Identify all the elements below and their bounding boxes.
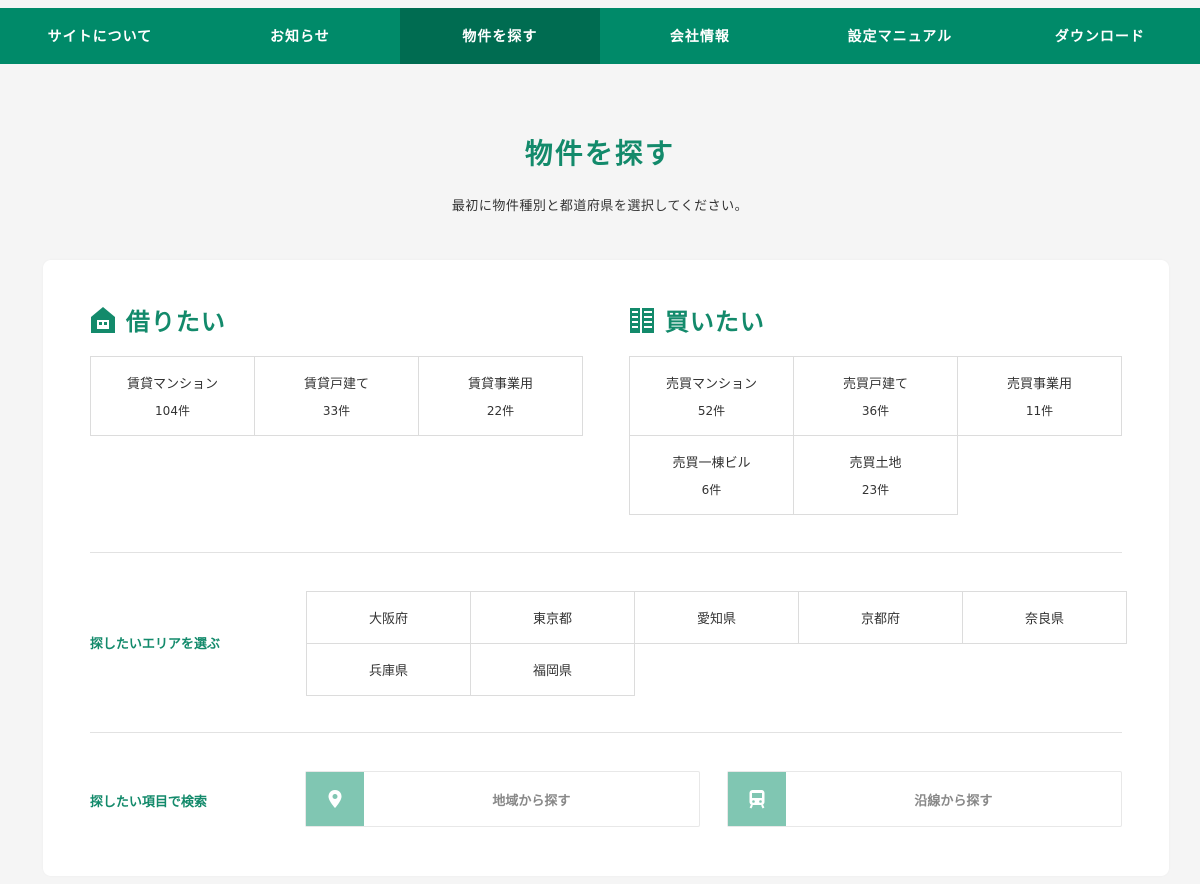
area-fukuoka[interactable]: 福岡県 <box>470 643 635 696</box>
building-icon <box>630 307 654 333</box>
buy-type-house[interactable]: 売買戸建て 36件 <box>793 356 958 436</box>
buy-type-mansion[interactable]: 売買マンション 52件 <box>629 356 794 436</box>
cell-label: 売買一棟ビル <box>672 456 751 471</box>
global-nav: サイトについて お知らせ 物件を探す 会社情報 設定マニュアル ダウンロード <box>0 8 1200 64</box>
cell-label: 売買マンション <box>665 377 757 392</box>
cell-label: 賃貸マンション <box>126 377 218 392</box>
buy-heading: 買いたい <box>629 302 765 337</box>
cell-count: 22件 <box>486 404 515 418</box>
cell-label: 売買土地 <box>849 456 902 471</box>
page-subtitle: 最初に物件種別と都道府県を選択してください。 <box>451 199 749 214</box>
nav-item-search-property[interactable]: 物件を探す <box>400 8 600 64</box>
cell-label: 売買戸建て <box>842 377 908 392</box>
area-tokyo[interactable]: 東京都 <box>470 591 635 644</box>
rent-type-grid: 賃貸マンション 104件 賃貸戸建て 33件 賃貸事業用 22件 <box>90 356 583 436</box>
divider <box>90 732 1122 733</box>
rent-heading: 借りたい <box>90 302 226 337</box>
page-title: 物件を探す <box>524 137 675 170</box>
cell-count: 11件 <box>1025 404 1054 418</box>
cell-count: 104件 <box>155 404 190 418</box>
train-icon-box <box>728 772 786 826</box>
cell-count: 23件 <box>861 483 890 497</box>
area-nara[interactable]: 奈良県 <box>962 591 1127 644</box>
nav-item-download[interactable]: ダウンロード <box>1000 8 1200 64</box>
area-grid: 大阪府 東京都 愛知県 京都府 奈良県 兵庫県 福岡県 <box>306 591 1127 696</box>
search-by-region-label: 地域から探す <box>492 793 571 809</box>
nav-item-news[interactable]: お知らせ <box>200 8 400 64</box>
rent-type-business[interactable]: 賃貸事業用 22件 <box>418 356 583 436</box>
area-osaka[interactable]: 大阪府 <box>306 591 471 644</box>
area-label: 探したいエリアを選ぶ <box>90 637 221 652</box>
area-aichi[interactable]: 愛知県 <box>634 591 799 644</box>
search-label: 探したい項目で検索 <box>90 795 208 810</box>
search-card: 借りたい 賃貸マンション 104件 賃貸戸建て 33件 賃貸事業用 22件 買い… <box>43 260 1169 876</box>
nav-item-company[interactable]: 会社情報 <box>600 8 800 64</box>
cell-count: 33件 <box>322 404 351 418</box>
house-icon <box>91 306 115 333</box>
buy-type-grid: 売買マンション 52件 売買戸建て 36件 売買事業用 11件 売買一棟ビル 6… <box>629 356 1122 515</box>
cell-count: 36件 <box>861 404 890 418</box>
search-by-line-label: 沿線から探す <box>914 793 993 809</box>
rent-type-house[interactable]: 賃貸戸建て 33件 <box>254 356 419 436</box>
rent-heading-text: 借りたい <box>126 308 226 336</box>
area-hyogo[interactable]: 兵庫県 <box>306 643 471 696</box>
cell-count: 52件 <box>697 404 726 418</box>
nav-item-manual[interactable]: 設定マニュアル <box>800 8 1000 64</box>
map-pin-icon-box <box>306 772 364 826</box>
rent-type-mansion[interactable]: 賃貸マンション 104件 <box>90 356 255 436</box>
divider <box>90 552 1122 553</box>
buy-type-land[interactable]: 売買土地 23件 <box>793 435 958 515</box>
search-by-region-button[interactable]: 地域から探す <box>305 771 700 827</box>
cell-count: 6件 <box>701 483 722 497</box>
cell-label: 売買事業用 <box>1006 377 1072 392</box>
nav-item-about[interactable]: サイトについて <box>0 8 200 64</box>
buy-type-building[interactable]: 売買一棟ビル 6件 <box>629 435 794 515</box>
map-pin-icon <box>328 790 342 808</box>
cell-label: 賃貸事業用 <box>467 377 533 392</box>
train-icon <box>749 790 765 809</box>
cell-label: 賃貸戸建て <box>303 377 369 392</box>
search-by-line-button[interactable]: 沿線から探す <box>727 771 1122 827</box>
buy-type-business[interactable]: 売買事業用 11件 <box>957 356 1122 436</box>
area-kyoto[interactable]: 京都府 <box>798 591 963 644</box>
buy-heading-text: 買いたい <box>665 308 765 336</box>
